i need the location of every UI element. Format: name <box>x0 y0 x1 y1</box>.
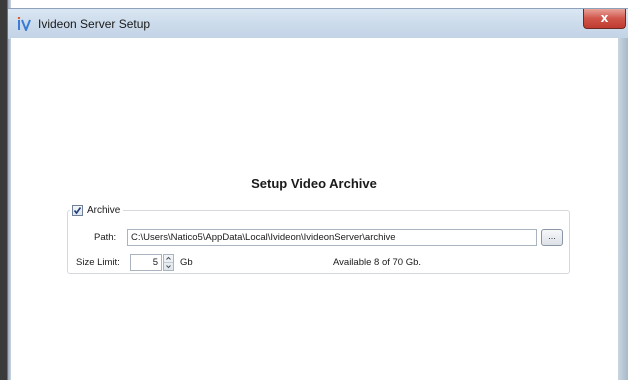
close-icon: x <box>600 11 609 25</box>
window-title: Ivideon Server Setup <box>38 17 151 31</box>
close-button[interactable]: x <box>583 9 626 29</box>
size-limit-label: Size Limit: <box>76 257 120 268</box>
available-space-text: Available 8 of 70 Gb. <box>333 257 422 268</box>
browse-button[interactable]: ... <box>541 229 563 246</box>
size-limit-input[interactable]: 5 <box>130 254 162 271</box>
archive-toggle[interactable]: Archive <box>70 203 124 218</box>
setup-window: Ivideon Server Setup x Setup Video Archi… <box>0 0 628 380</box>
size-unit-label: Gb <box>180 257 193 268</box>
path-input[interactable]: C:\Users\Natico5\AppData\Local\Ivideon\I… <box>127 229 537 246</box>
size-limit-stepper[interactable] <box>163 254 174 271</box>
path-label: Path: <box>94 232 117 243</box>
window-right-border <box>618 38 628 380</box>
check-icon <box>73 207 82 215</box>
chevron-down-icon[interactable] <box>164 263 173 270</box>
ivideon-app-icon <box>17 17 31 31</box>
title-bar[interactable]: Ivideon Server Setup x <box>8 8 628 39</box>
chevron-up-icon[interactable] <box>164 255 173 263</box>
archive-checkbox[interactable] <box>72 205 83 216</box>
archive-checkbox-label: Archive <box>87 205 121 216</box>
page-title: Setup Video Archive <box>251 176 377 191</box>
